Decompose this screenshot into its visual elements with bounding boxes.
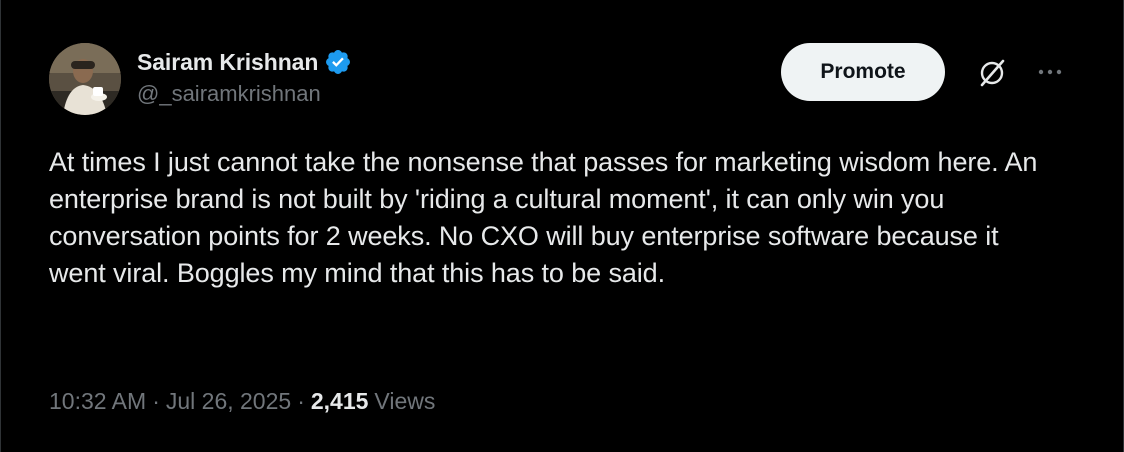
tweet-text: At times I just cannot take the nonsense… — [49, 147, 1038, 288]
avatar[interactable] — [49, 43, 121, 115]
meta-separator: · — [297, 388, 305, 414]
views-label: Views — [374, 388, 436, 414]
name-row: Sairam Krishnan — [137, 45, 352, 79]
more-options-icon[interactable] — [1035, 57, 1065, 87]
views-count[interactable]: 2,415 — [311, 388, 369, 415]
avatar-photo-icon — [49, 43, 121, 115]
tweet-date[interactable]: Jul 26, 2025 — [166, 388, 291, 415]
grok-icon[interactable] — [975, 56, 1009, 90]
meta-separator: · — [152, 388, 160, 414]
tweet-meta: 10:32 AM · Jul 26, 2025 · 2,415 Views — [49, 388, 435, 415]
user-handle[interactable]: @_sairamkrishnan — [137, 81, 352, 107]
tweet-time[interactable]: 10:32 AM — [49, 388, 146, 415]
tweet-header: Sairam Krishnan @_sairamkrishnan Promote — [49, 43, 1075, 117]
promote-button[interactable]: Promote — [781, 43, 945, 101]
tweet-card: Sairam Krishnan @_sairamkrishnan Promote — [0, 0, 1124, 452]
verified-badge-icon[interactable] — [324, 48, 352, 76]
user-info: Sairam Krishnan @_sairamkrishnan — [137, 45, 352, 107]
display-name[interactable]: Sairam Krishnan — [137, 49, 318, 76]
